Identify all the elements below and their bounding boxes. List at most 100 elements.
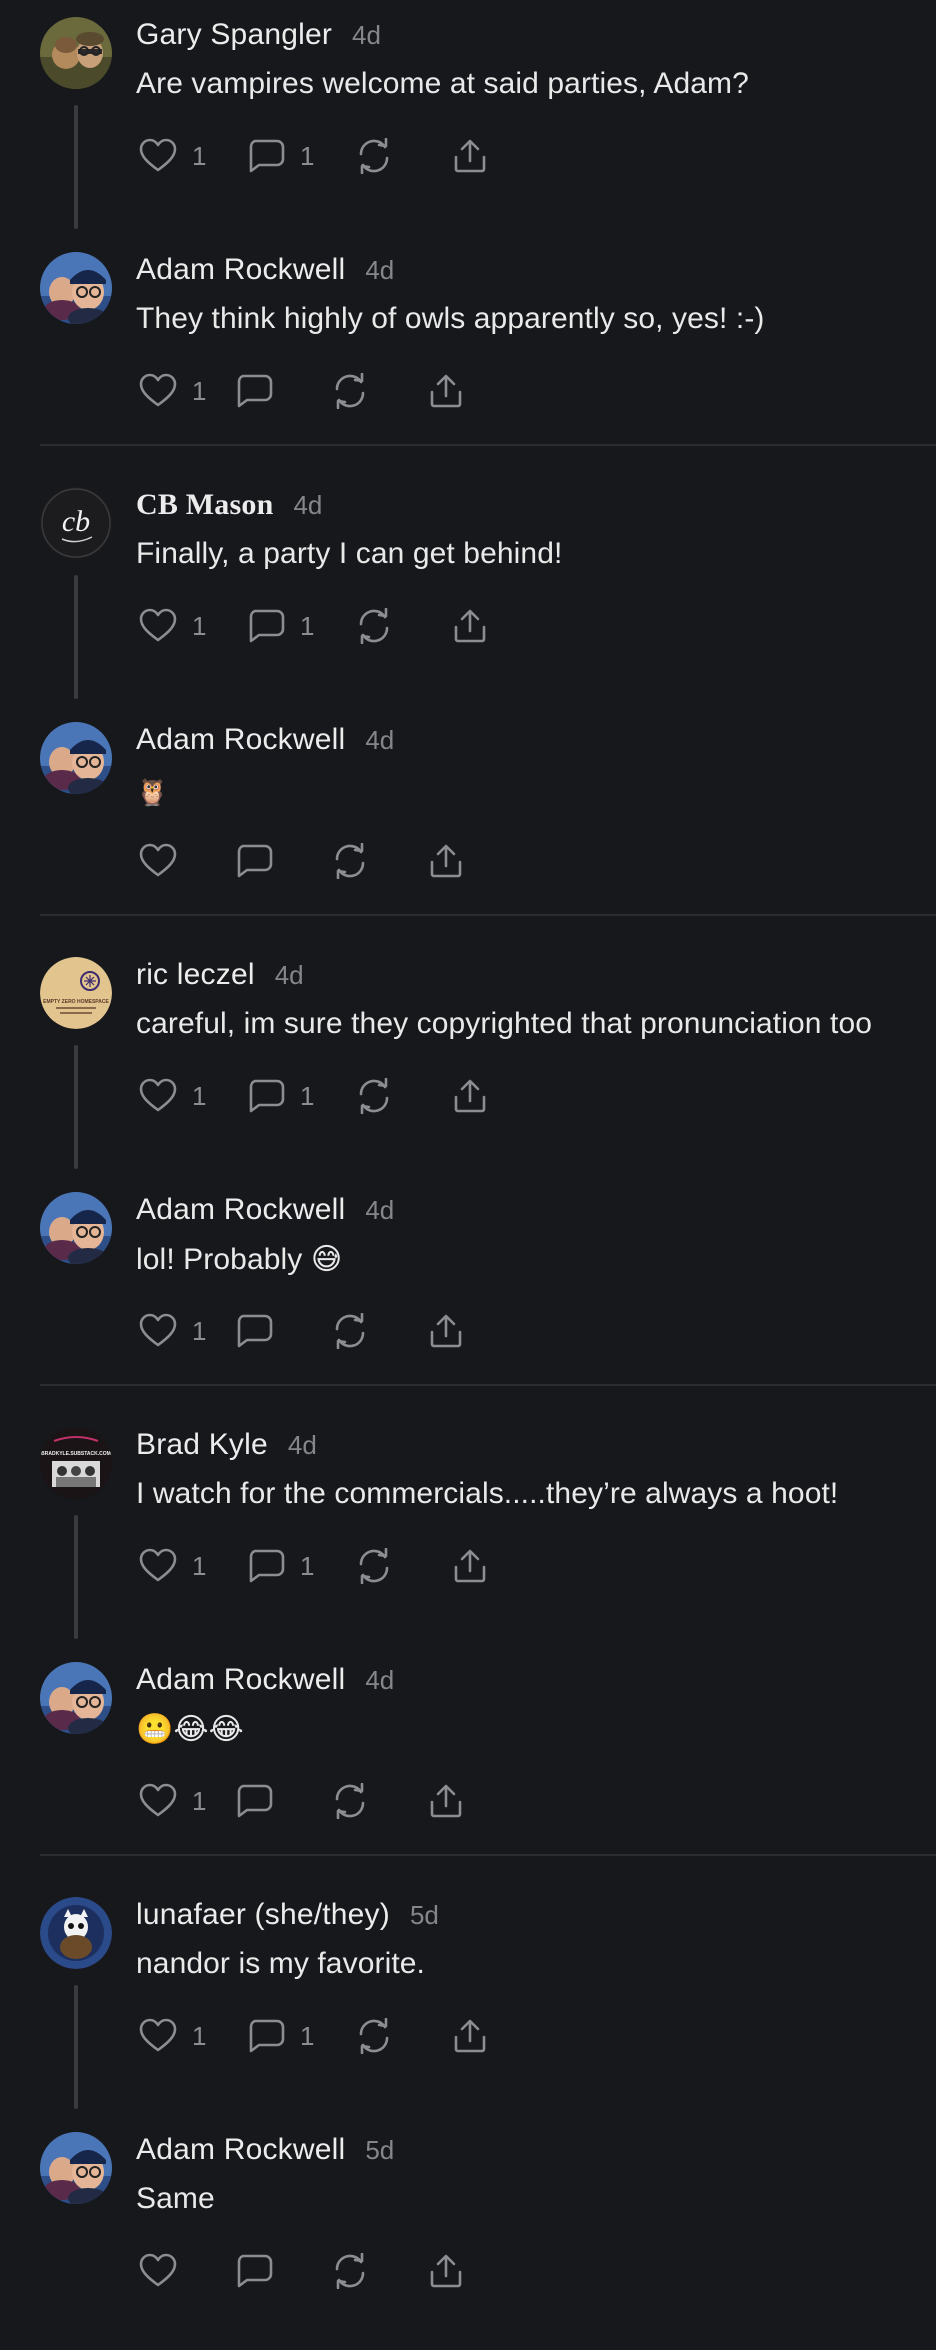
action-bar [136,2249,484,2293]
like-button[interactable]: 1 [136,1779,232,1823]
reply-button[interactable]: 1 [244,134,352,178]
restack-button[interactable] [328,2249,424,2293]
comment-text: 🦉 [136,777,169,807]
reply-button[interactable]: 1 [244,1074,352,1118]
comment-text: I watch for the commercials.....they’re … [136,1477,839,1510]
timestamp[interactable]: 4d [365,725,394,756]
timestamp[interactable]: 4d [352,20,381,51]
avatar[interactable] [40,1662,112,1734]
like-button[interactable]: 1 [136,1544,244,1588]
share-icon [424,1309,468,1353]
avatar[interactable]: EMPTY ZERO HOMESPACE [40,957,112,1029]
restack-icon [328,1309,372,1353]
avatar[interactable] [40,1192,112,1264]
speech-bubble-icon [232,1309,276,1353]
reply-button[interactable] [232,1779,328,1823]
restack-button[interactable] [328,839,424,883]
author-name[interactable]: CB Mason [136,488,273,522]
restack-button[interactable] [352,604,448,648]
timestamp[interactable]: 4d [365,1665,394,1696]
share-icon [448,604,492,648]
timestamp[interactable]: 4d [288,1430,317,1461]
author-name[interactable]: Brad Kyle [136,1428,268,1462]
author-name[interactable]: lunafaer (she/they) [136,1898,390,1932]
reply-button[interactable] [232,1309,328,1353]
avatar[interactable]: BRADKYLE.SUBSTACK.COM [40,1427,112,1499]
reply-count: 1 [300,1550,315,1581]
restack-button[interactable] [328,1779,424,1823]
share-button[interactable] [448,134,508,178]
action-bar: 1 [136,1309,484,1353]
timestamp[interactable]: 5d [410,1900,439,1931]
like-button[interactable]: 1 [136,604,244,648]
speech-bubble-icon [232,369,276,413]
restack-button[interactable] [352,134,448,178]
share-button[interactable] [424,369,484,413]
speech-bubble-icon [244,2014,288,2058]
like-button[interactable] [136,839,232,883]
avatar[interactable] [40,17,112,89]
reply-button[interactable] [232,369,328,413]
speech-bubble-icon [232,2249,276,2293]
like-count: 1 [192,375,207,406]
reply-button[interactable]: 1 [244,1544,352,1588]
share-button[interactable] [424,839,484,883]
author-name[interactable]: Adam Rockwell [136,1663,345,1697]
author-name[interactable]: ric leczel [136,958,255,992]
share-icon [448,1544,492,1588]
restack-button[interactable] [352,1074,448,1118]
author-name[interactable]: Adam Rockwell [136,2133,345,2167]
share-button[interactable] [424,1309,484,1353]
avatar[interactable] [40,722,112,794]
comment-reply: Adam Rockwell 4d 😬😂😂 1 [0,1645,936,1880]
timestamp[interactable]: 4d [275,960,304,991]
share-button[interactable] [448,604,508,648]
author-name[interactable]: Adam Rockwell [136,1193,345,1227]
like-button[interactable]: 1 [136,369,232,413]
thread-line [74,1045,78,1169]
reply-button[interactable]: 1 [244,2014,352,2058]
reply-button[interactable] [232,2249,328,2293]
like-button[interactable] [136,2249,232,2293]
action-bar: 1 1 [136,1074,508,1118]
author-name[interactable]: Adam Rockwell [136,723,345,757]
reply-count: 1 [300,610,315,641]
share-button[interactable] [448,2014,508,2058]
restack-button[interactable] [328,369,424,413]
speech-bubble-icon [232,1779,276,1823]
share-icon [448,134,492,178]
author-name[interactable]: Adam Rockwell [136,253,345,287]
like-button[interactable]: 1 [136,134,244,178]
share-button[interactable] [448,1074,508,1118]
timestamp[interactable]: 4d [365,255,394,286]
reply-button[interactable]: 1 [244,604,352,648]
speech-bubble-icon [244,1544,288,1588]
like-button[interactable]: 1 [136,2014,244,2058]
restack-icon [328,2249,372,2293]
timestamp[interactable]: 4d [293,490,322,521]
author-name[interactable]: Gary Spangler [136,18,332,52]
comment: cb CB Mason 4d Finally, a party I can ge… [0,470,936,705]
like-count: 1 [192,2020,207,2051]
timestamp[interactable]: 4d [365,1195,394,1226]
avatar-logo-text: BRADKYLE.SUBSTACK.COM [41,1451,111,1457]
avatar[interactable]: cb [40,487,112,559]
reply-button[interactable] [232,839,328,883]
heart-icon [136,1074,180,1118]
restack-button[interactable] [328,1309,424,1353]
restack-button[interactable] [352,2014,448,2058]
timestamp[interactable]: 5d [365,2135,394,2166]
heart-icon [136,604,180,648]
share-button[interactable] [424,1779,484,1823]
avatar[interactable] [40,1897,112,1969]
restack-button[interactable] [352,1544,448,1588]
like-button[interactable]: 1 [136,1309,232,1353]
speech-bubble-icon [232,839,276,883]
avatar[interactable] [40,2132,112,2204]
share-button[interactable] [424,2249,484,2293]
avatar[interactable] [40,252,112,324]
like-button[interactable]: 1 [136,1074,244,1118]
heart-icon [136,2014,180,2058]
share-button[interactable] [448,1544,508,1588]
restack-icon [328,1779,372,1823]
